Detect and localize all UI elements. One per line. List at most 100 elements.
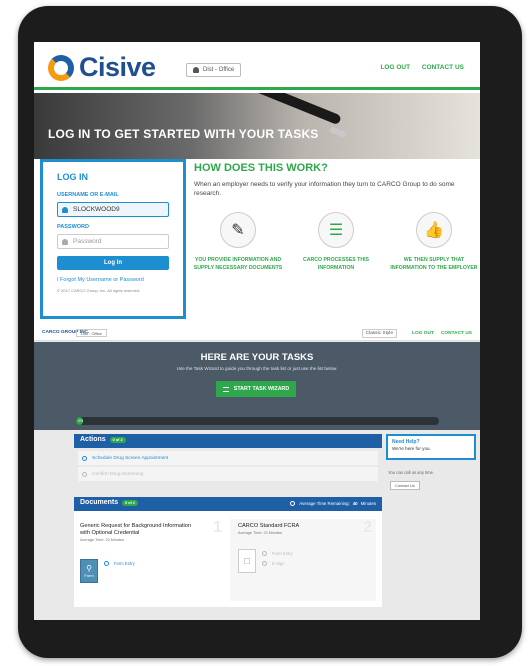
document-number: 1 bbox=[213, 519, 222, 536]
contact-us-button[interactable]: Contact Us bbox=[390, 481, 420, 490]
dashboard-header: CARCO GROUP INC. Dist - Office Classic S… bbox=[34, 325, 480, 341]
step-supply: 👍 WE THEN SUPPLY THAT INFORMATION TO THE… bbox=[388, 212, 480, 272]
document-title: CARCO Standard FCRA bbox=[238, 523, 300, 529]
step-text: WE THEN SUPPLY THAT INFORMATION TO THE E… bbox=[390, 257, 478, 271]
help-call-text: You can call us any time. bbox=[388, 470, 435, 475]
logout-link[interactable]: LOG OUT bbox=[412, 331, 434, 336]
user-icon bbox=[193, 67, 199, 73]
help-text: We're here for you. bbox=[392, 446, 431, 451]
password-label: PASSWORD bbox=[57, 224, 89, 230]
hero-title: LOG IN TO GET STARTED WITH YOUR TASKS bbox=[48, 127, 319, 141]
contact-us-link[interactable]: CONTACT US bbox=[422, 64, 464, 71]
radio-icon bbox=[82, 471, 87, 477]
logout-link[interactable]: LOG OUT bbox=[380, 64, 410, 71]
search-icon[interactable]: ⚲ Form bbox=[80, 559, 98, 583]
radio-icon bbox=[262, 561, 267, 566]
site-header: Cisive Dist - Office LOG OUT CONTACT US bbox=[34, 42, 480, 90]
option-label: Form Entry bbox=[114, 561, 135, 566]
actions-badge: 0 of 2 bbox=[109, 436, 126, 443]
wizard-button-label: START TASK WIZARD bbox=[233, 386, 290, 392]
time-unit: Minutes bbox=[360, 501, 376, 506]
action-item[interactable]: Confirm Drug Screening bbox=[78, 467, 378, 481]
start-task-wizard-button[interactable]: START TASK WIZARD bbox=[216, 381, 296, 397]
lock-icon: ☐ bbox=[238, 549, 256, 573]
header-links: LOG OUT CONTACT US bbox=[370, 64, 464, 71]
dashboard-links: Classic Style LOG OUT CONTACT US bbox=[361, 329, 472, 338]
e-sign-option[interactable]: E-Sign bbox=[262, 561, 285, 566]
login-panel: LOG IN USERNAME OR E-MAIL SLOCKWOOD9 PAS… bbox=[40, 159, 186, 319]
cisive-logo[interactable]: Cisive bbox=[48, 52, 156, 83]
radio-icon bbox=[262, 551, 267, 556]
lock-icon bbox=[62, 238, 68, 245]
radio-icon bbox=[104, 561, 109, 566]
office-selector[interactable]: Dist - Office bbox=[186, 63, 242, 77]
step-text: CARCO PROCESSES THIS INFORMATION bbox=[302, 257, 369, 271]
how-title: HOW DOES THIS WORK? bbox=[194, 162, 328, 174]
hero-banner: LOG IN TO GET STARTED WITH YOUR TASKS bbox=[34, 93, 480, 159]
wizard-icon bbox=[222, 386, 229, 392]
document-time: Average Time: 20 Minutes bbox=[80, 538, 125, 542]
action-label: Confirm Drug Screening bbox=[92, 471, 144, 477]
step-provide: ✎ YOU PROVIDE INFORMATION AND SUPPLY NEC… bbox=[192, 212, 284, 272]
logo-text: Cisive bbox=[79, 52, 156, 82]
documents-badge: 0 of 2 bbox=[122, 499, 139, 506]
task-progress-fill: 0% bbox=[76, 417, 84, 425]
how-text: When an employer needs to verify your in… bbox=[194, 181, 455, 197]
password-field[interactable]: Password bbox=[57, 234, 169, 249]
password-placeholder: Password bbox=[73, 238, 102, 245]
pen-image bbox=[236, 93, 342, 126]
progress-label: 0% bbox=[78, 419, 84, 423]
clock-icon bbox=[290, 501, 296, 506]
tasks-title: HERE ARE YOUR TASKS bbox=[200, 352, 314, 363]
login-button[interactable]: Log In bbox=[57, 256, 169, 270]
tablet-screen: Cisive Dist - Office LOG OUT CONTACT US … bbox=[34, 42, 480, 620]
checklist-icon: ☰ bbox=[318, 212, 354, 248]
document-time: Average Time: 20 Minutes bbox=[238, 531, 283, 535]
pen-icon: ✎ bbox=[220, 212, 256, 248]
doc-icon-label: Form bbox=[84, 573, 94, 578]
task-dashboard: CARCO GROUP INC. Dist - Office Classic S… bbox=[34, 325, 480, 620]
user-icon bbox=[62, 206, 68, 213]
documents-panel: 1 Generic Request for Background Informa… bbox=[74, 511, 382, 607]
option-label: E-Sign bbox=[272, 561, 285, 566]
office-label: Dist - Office bbox=[203, 67, 235, 73]
document-card: 1 Generic Request for Background Informa… bbox=[80, 519, 226, 601]
pen-tip-image bbox=[329, 126, 347, 138]
document-number: 2 bbox=[363, 519, 372, 536]
form-entry-option[interactable]: Form Entry bbox=[262, 551, 293, 556]
task-progress-bar: 0% bbox=[76, 417, 439, 425]
username-value: SLOCKWOOD9 bbox=[73, 206, 120, 213]
username-field[interactable]: SLOCKWOOD9 bbox=[57, 202, 169, 217]
action-label: Schedule Drug Screen Appointment bbox=[92, 455, 169, 461]
logo-mark-icon bbox=[48, 54, 74, 81]
radio-icon bbox=[82, 455, 87, 461]
tasks-banner: HERE ARE YOUR TASKS Use the Task Wizard … bbox=[34, 342, 480, 430]
tasks-subtitle: Use the Task Wizard to guide you through… bbox=[176, 366, 338, 371]
how-it-works: HOW DOES THIS WORK? When an employer nee… bbox=[194, 162, 474, 198]
help-box: Need Help? We're here for you. bbox=[386, 434, 476, 460]
step-text: YOU PROVIDE INFORMATION AND SUPPLY NECES… bbox=[193, 257, 283, 271]
actions-title: Actions bbox=[80, 436, 106, 443]
documents-title: Documents bbox=[80, 499, 119, 506]
step-process: ☰ CARCO PROCESSES THIS INFORMATION bbox=[290, 212, 382, 272]
help-title: Need Help? bbox=[392, 439, 420, 445]
steps-list: ✎ YOU PROVIDE INFORMATION AND SUPPLY NEC… bbox=[192, 212, 480, 272]
contact-us-link[interactable]: CONTACT US bbox=[441, 331, 472, 336]
option-label: Form Entry bbox=[272, 551, 293, 556]
actions-header[interactable]: Actions 0 of 2 bbox=[74, 434, 382, 448]
form-entry-option[interactable]: Form Entry bbox=[104, 561, 135, 566]
forgot-credentials-link[interactable]: I Forgot My Username or Password bbox=[57, 277, 144, 283]
office-selector[interactable]: Dist - Office bbox=[76, 329, 107, 337]
documents-header[interactable]: Documents 0 of 2 Average Time Remaining:… bbox=[74, 497, 382, 511]
login-title: LOG IN bbox=[57, 172, 88, 182]
document-card: 2 CARCO Standard FCRA Average Time: 20 M… bbox=[230, 519, 376, 601]
classic-style-button[interactable]: Classic Style bbox=[361, 329, 398, 338]
action-item[interactable]: Schedule Drug Screen Appointment bbox=[78, 451, 378, 465]
document-title: Generic Request for Background Informati… bbox=[80, 523, 192, 536]
time-value: 40 bbox=[352, 501, 358, 506]
username-label: USERNAME OR E-MAIL bbox=[57, 192, 119, 198]
thumbs-up-icon: 👍 bbox=[416, 212, 452, 248]
copyright-text: © 2017 CARCO Group, Inc. All rights rese… bbox=[57, 288, 141, 293]
time-label: Average Time Remaining: bbox=[299, 501, 350, 506]
average-time: Average Time Remaining: 40 Minutes bbox=[290, 501, 376, 506]
